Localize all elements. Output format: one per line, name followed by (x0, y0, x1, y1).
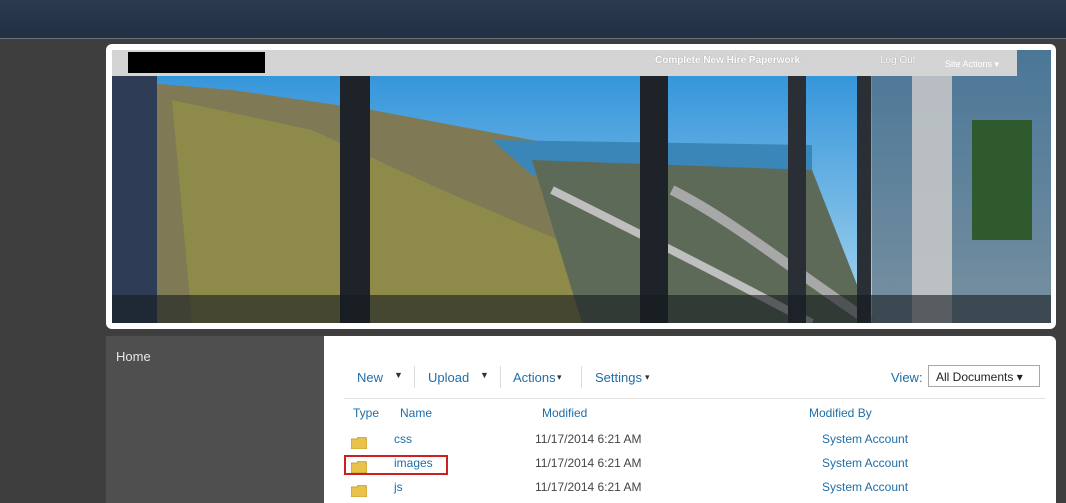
toolbar-separator (500, 366, 501, 388)
banner-image: Complete New Hire Paperwork Log Out Site… (112, 50, 1051, 323)
site-actions-menu[interactable]: Site Actions ▾ (945, 59, 999, 70)
table-row: js 11/17/2014 6:21 AM System Account (324, 478, 1056, 502)
folder-icon (351, 437, 367, 449)
new-caret-icon[interactable]: ▼ (394, 370, 403, 380)
row-modified: 11/17/2014 6:21 AM (535, 456, 642, 470)
row-modified: 11/17/2014 6:21 AM (535, 432, 642, 446)
column-header-modified[interactable]: Modified (542, 406, 587, 420)
highlight-box (344, 455, 448, 475)
row-name-link[interactable]: css (394, 432, 412, 446)
row-modified: 11/17/2014 6:21 AM (535, 480, 642, 494)
upload-button[interactable]: Upload (428, 370, 469, 385)
left-navigation: Home (106, 336, 324, 503)
document-library: New ▼ Upload ▼ Actions ▾ Settings ▾ View… (324, 336, 1056, 503)
column-header-name[interactable]: Name (400, 406, 432, 420)
column-header-modified-by[interactable]: Modified By (809, 406, 872, 420)
view-select[interactable]: All Documents ▾ (928, 365, 1040, 387)
folder-icon (351, 485, 367, 497)
site-title-link[interactable]: Complete New Hire Paperwork (655, 55, 800, 66)
new-button[interactable]: New (357, 370, 383, 385)
row-modified-by-link[interactable]: System Account (822, 480, 908, 494)
top-bar (0, 0, 1066, 39)
column-header-type[interactable]: Type (353, 406, 379, 420)
row-modified-by-link[interactable]: System Account (822, 432, 908, 446)
site-logo (128, 52, 265, 73)
panorama-illustration (112, 50, 1051, 323)
library-toolbar: New ▼ Upload ▼ Actions ▾ Settings ▾ View… (344, 356, 1046, 399)
settings-menu[interactable]: Settings (595, 370, 642, 385)
nav-home-link[interactable]: Home (116, 349, 151, 364)
settings-caret-icon[interactable]: ▾ (645, 372, 650, 383)
row-modified-by-link[interactable]: System Account (822, 456, 908, 470)
actions-menu[interactable]: Actions (513, 370, 556, 385)
toolbar-separator (414, 366, 415, 388)
site-header-strip: Complete New Hire Paperwork Log Out Site… (112, 50, 1017, 76)
actions-caret-icon[interactable]: ▾ (557, 372, 562, 383)
table-row: css 11/17/2014 6:21 AM System Account (324, 430, 1056, 454)
logout-link[interactable]: Log Out (880, 55, 916, 66)
row-name-link[interactable]: js (394, 480, 403, 494)
toolbar-separator (581, 366, 582, 388)
upload-caret-icon[interactable]: ▼ (480, 370, 489, 380)
view-label: View: (891, 370, 923, 385)
